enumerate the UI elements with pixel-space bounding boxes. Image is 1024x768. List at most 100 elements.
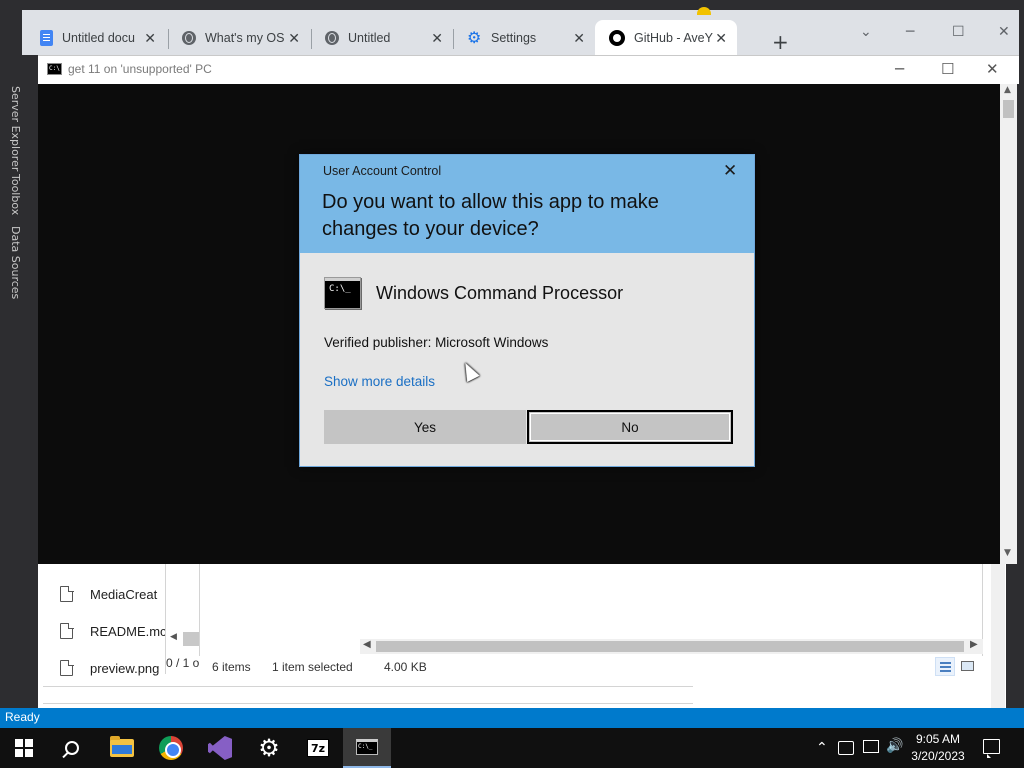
scroll-down-arrow-icon[interactable]: ▼: [1004, 548, 1011, 558]
scroll-left-arrow-icon[interactable]: ◀: [170, 632, 177, 642]
show-more-details-link[interactable]: Show more details: [324, 374, 435, 389]
command-prompt-icon: C:\_: [356, 739, 378, 755]
cmd-title-bar[interactable]: C:\ get 11 on 'unsupported' PC ─ ☐ ✕: [38, 55, 1019, 84]
nav-pane-status: 0 / 1 o: [166, 656, 200, 670]
gear-icon: ⚙: [467, 29, 482, 47]
tab-title: Untitled docu: [62, 31, 135, 45]
chrome-icon: [159, 736, 183, 760]
file-icon: [60, 622, 74, 639]
7zip-icon: 7z: [307, 739, 329, 757]
gear-icon: ⚙: [258, 734, 280, 762]
7zip-button[interactable]: 7z: [294, 728, 342, 768]
uac-header: User Account Control ✕ Do you want to al…: [300, 155, 754, 253]
profile-avatar[interactable]: [697, 7, 711, 15]
selection-count: 1 item selected: [272, 660, 353, 674]
tab-untitled[interactable]: Untitled ✕: [311, 20, 453, 56]
command-prompt-button[interactable]: C:\_: [343, 728, 391, 768]
visual-studio-button[interactable]: [196, 728, 244, 768]
close-icon[interactable]: ✕: [573, 30, 585, 47]
cmd-window-title: get 11 on 'unsupported' PC: [68, 62, 212, 76]
close-icon[interactable]: ✕: [723, 161, 737, 181]
large-icons-view-icon: [961, 661, 974, 671]
cmd-scroll-thumb[interactable]: [1003, 100, 1014, 118]
yes-button[interactable]: Yes: [324, 410, 526, 444]
close-window-button[interactable]: ✕: [986, 60, 999, 78]
scroll-up-arrow-icon[interactable]: ▲: [1004, 85, 1011, 95]
search-button[interactable]: [48, 728, 96, 768]
uac-question: Do you want to allow this app to make ch…: [322, 191, 659, 240]
tab-search-chevron-icon[interactable]: ⌄: [860, 24, 872, 40]
uac-dialog-title: User Account Control: [323, 164, 442, 178]
large-icons-view-button[interactable]: [958, 657, 978, 676]
chrome-button[interactable]: [147, 728, 195, 768]
list-item[interactable]: README.mc: [60, 620, 167, 642]
list-item[interactable]: preview.png: [60, 657, 159, 679]
vs-status-text: Ready: [5, 710, 40, 724]
globe-icon: [325, 31, 339, 45]
list-item[interactable]: MediaCreat: [60, 583, 157, 605]
search-icon: [65, 741, 79, 755]
clock-time: 9:05 AM: [915, 732, 961, 746]
start-button[interactable]: [0, 728, 48, 768]
nav-pane-scroll-thumb[interactable]: [183, 632, 200, 646]
network-icon[interactable]: [863, 740, 879, 753]
tab-title: GitHub - AveY: [634, 31, 713, 45]
windows-logo-icon: [15, 739, 33, 757]
minimize-button[interactable]: ─: [906, 24, 914, 40]
maximize-button[interactable]: ☐: [952, 24, 965, 40]
close-icon[interactable]: ✕: [715, 30, 727, 47]
no-button[interactable]: No: [527, 410, 733, 444]
tab-title: Settings: [491, 31, 537, 45]
maximize-button[interactable]: ☐: [941, 60, 954, 78]
tab-settings[interactable]: ⚙ Settings ✕: [453, 20, 595, 56]
minimize-button[interactable]: ─: [895, 60, 904, 78]
scroll-left-arrow-icon[interactable]: ◀: [363, 639, 371, 650]
visual-studio-icon: [208, 736, 232, 760]
scroll-right-arrow-icon[interactable]: ▶: [970, 639, 978, 650]
notification-center-icon[interactable]: [983, 739, 1000, 758]
app-name: Windows Command Processor: [376, 283, 624, 303]
divider: [43, 703, 693, 708]
file-name: preview.png: [90, 660, 160, 676]
github-icon: [609, 30, 625, 46]
globe-icon: [182, 31, 196, 45]
taskbar-clock[interactable]: 9:05 AM 3/20/2023: [906, 731, 970, 765]
tab-title: What's my OS: [205, 31, 285, 45]
volume-icon[interactable]: 🔊: [886, 738, 903, 754]
item-count: 6 items: [212, 660, 251, 674]
google-docs-icon: [40, 30, 53, 46]
chrome-tab-strip: Untitled docu ✕ What's my OS ✕ Untitled …: [22, 10, 1019, 56]
details-view-button[interactable]: [935, 657, 955, 676]
uac-dialog: User Account Control ✕ Do you want to al…: [299, 154, 755, 467]
publisher-text: Verified publisher: Microsoft Windows: [324, 335, 549, 350]
server-explorer-tab[interactable]: Server Explorer: [9, 86, 22, 171]
command-prompt-icon: C:\: [47, 63, 62, 75]
file-explorer-button[interactable]: [98, 728, 146, 768]
show-hidden-icons-button[interactable]: ⌃: [816, 728, 828, 768]
explorer-status-bar: 6 items 1 item selected 4.00 KB: [199, 656, 983, 678]
security-icon[interactable]: [838, 741, 854, 755]
close-icon[interactable]: ✕: [288, 30, 300, 47]
tab-whats-my-os[interactable]: What's my OS ✕: [168, 20, 310, 56]
settings-button[interactable]: ⚙: [245, 728, 293, 768]
close-icon[interactable]: ✕: [431, 30, 443, 47]
data-sources-tab[interactable]: Data Sources: [9, 226, 22, 299]
toolbox-tab[interactable]: Toolbox: [9, 174, 22, 215]
cmd-vertical-scrollbar[interactable]: [1000, 84, 1017, 564]
vs-status-bar: Ready: [0, 708, 1024, 728]
tab-github[interactable]: GitHub - AveY ✕: [595, 20, 737, 56]
app-icon-text: C:\_: [329, 284, 351, 294]
explorer-scroll-thumb[interactable]: [376, 641, 964, 652]
tab-title: Untitled: [348, 31, 391, 45]
file-name: MediaCreat: [90, 586, 158, 602]
close-window-button[interactable]: ✕: [998, 24, 1010, 40]
details-view-icon: [940, 662, 951, 672]
tab-untitled-document[interactable]: Untitled docu ✕: [26, 20, 166, 56]
file-name: README.mc: [90, 623, 167, 639]
new-tab-button[interactable]: +: [772, 32, 789, 52]
file-icon: [60, 659, 74, 676]
close-icon[interactable]: ✕: [144, 30, 156, 47]
command-prompt-icon: C:\_: [324, 277, 361, 309]
folder-icon: [110, 736, 134, 757]
divider: [43, 686, 693, 687]
